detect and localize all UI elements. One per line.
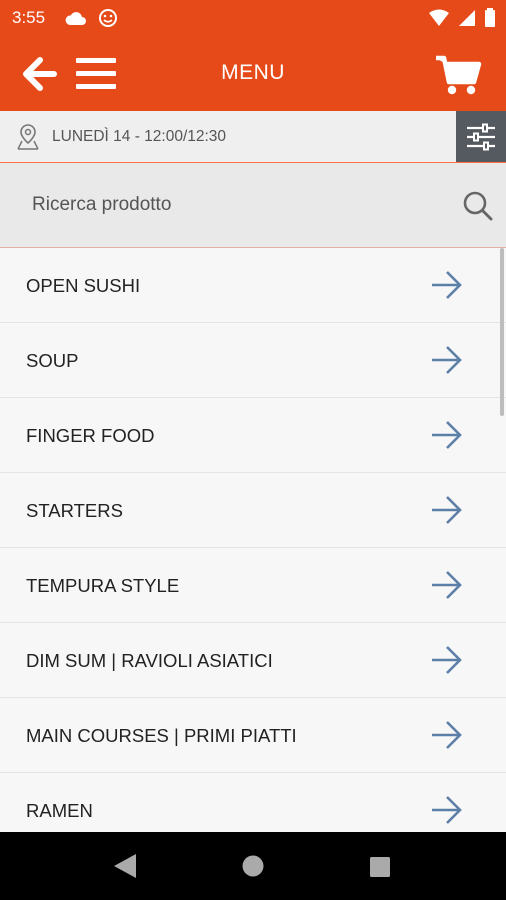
category-label: RAMEN [26,800,93,821]
category-item-soup[interactable]: SOUP [0,323,506,398]
list-scrollbar[interactable] [500,248,504,416]
status-time: 3:55 [12,8,46,27]
category-label: MAIN COURSES | PRIMI PIATTI [26,725,297,746]
status-left-icons [64,8,118,28]
search-input[interactable]: Ricerca prodotto [32,194,171,216]
signal-icon [459,10,475,26]
category-item-main-courses[interactable]: MAIN COURSES | PRIMI PIATTI [0,698,506,773]
location-pin-icon [17,124,39,150]
home-nav-icon[interactable] [242,855,264,877]
status-right-icons [428,8,496,28]
category-label: OPEN SUSHI [26,275,141,296]
category-item-dim-sum[interactable]: DIM SUM | RAVIOLI ASIATICI [0,623,506,698]
category-label: SOUP [26,350,79,371]
search-bar: Ricerca prodotto [0,163,506,248]
category-item-open-sushi[interactable]: OPEN SUSHI [0,248,506,323]
arrow-right-icon [432,346,462,374]
sliders-icon [467,123,495,150]
category-list: OPEN SUSHI SOUP FINGER FOOD STARTERS TEM… [0,248,506,832]
category-label: STARTERS [26,500,123,521]
wifi-icon [429,9,449,26]
back-nav-icon[interactable] [112,852,138,880]
status-bar: 3:55 [0,0,506,36]
category-item-finger-food[interactable]: FINGER FOOD [0,398,506,473]
category-item-starters[interactable]: STARTERS [0,473,506,548]
app-bar: MENU [0,36,506,111]
arrow-right-icon [432,496,462,524]
arrow-right-icon [432,646,462,674]
category-label: FINGER FOOD [26,425,155,446]
category-item-tempura-style[interactable]: TEMPURA STYLE [0,548,506,623]
category-label: DIM SUM | RAVIOLI ASIATICI [26,650,273,671]
category-item-ramen[interactable]: RAMEN [0,773,506,832]
search-icon [463,191,493,221]
category-label: TEMPURA STYLE [26,575,180,596]
search-button[interactable] [459,187,497,225]
delivery-info-bar[interactable]: LUNEDÌ 14 - 12:00/12:30 [0,111,506,163]
cart-button[interactable] [432,52,484,98]
arrow-right-icon [432,571,462,599]
delivery-time-text: LUNEDÌ 14 - 12:00/12:30 [52,128,227,145]
cart-icon [436,55,482,95]
arrow-right-icon [432,721,462,749]
arrow-right-icon [432,796,462,824]
arrow-right-icon [432,271,462,299]
battery-icon [485,8,495,27]
page-title: MENU [221,61,285,84]
arrow-right-icon [432,421,462,449]
cloud-icon [65,12,86,25]
system-nav-bar [0,832,506,900]
recents-nav-icon[interactable] [369,856,391,878]
filter-button[interactable] [456,111,506,162]
smiley-icon [99,9,117,27]
